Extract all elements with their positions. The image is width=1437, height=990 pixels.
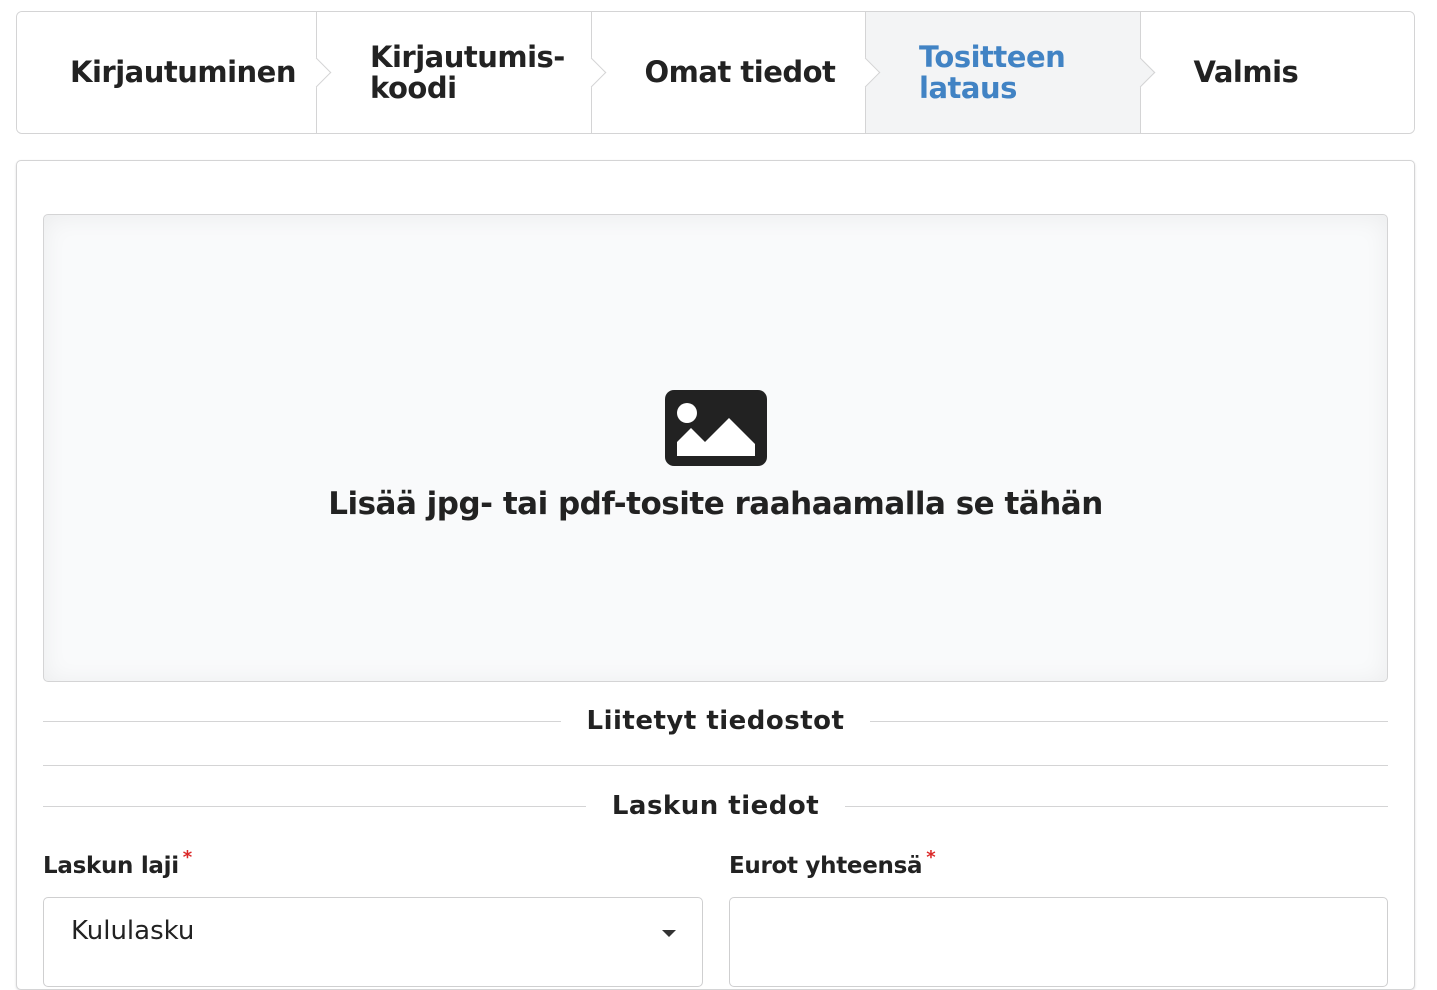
- step-omat-tiedot[interactable]: Omat tiedot: [591, 12, 881, 133]
- upload-form: Lisää jpg- tai pdf-tosite raahaamalla se…: [16, 160, 1415, 990]
- required-marker: *: [182, 847, 192, 868]
- step-label-line-2: lataus: [919, 70, 1017, 105]
- progress-steps: Kirjautuminen Kirjautumis- koodi Omat ti…: [16, 11, 1415, 134]
- step-label: Valmis: [1193, 55, 1299, 89]
- step-label: Kirjautuminen: [70, 55, 297, 89]
- divider-line: [845, 805, 1389, 807]
- invoice-type-value: Kululasku: [71, 916, 195, 946]
- invoice-heading: Laskun tiedot: [611, 791, 820, 821]
- attachments-heading: Liitetyt tiedostot: [586, 706, 845, 736]
- section-separator: [43, 765, 1388, 767]
- total-euros-label: Eurot yhteensä *: [729, 847, 936, 879]
- step-label-line-1: Kirjautumis-: [370, 39, 565, 74]
- divider-line: [870, 720, 1388, 722]
- total-euros-label-text: Eurot yhteensä: [729, 853, 923, 879]
- step-kirjautuminen[interactable]: Kirjautuminen: [17, 12, 332, 133]
- step-kirjautumiskoodi[interactable]: Kirjautumis- koodi: [317, 12, 606, 133]
- dropdown-caret-icon[interactable]: [662, 930, 676, 937]
- divider-line: [43, 805, 586, 807]
- total-euros-input[interactable]: [729, 897, 1388, 987]
- invoice-type-label: Laskun laji *: [43, 847, 192, 879]
- step-tositteen-lataus[interactable]: Tositteen lataus: [866, 12, 1155, 133]
- step-label-line-2: koodi: [370, 70, 457, 105]
- invoice-type-select[interactable]: Kululasku: [43, 897, 703, 987]
- step-label: Kirjautumis- koodi: [370, 39, 565, 105]
- required-marker: *: [926, 847, 936, 868]
- attachments-divider: Liitetyt tiedostot: [43, 701, 1388, 741]
- step-valmis[interactable]: Valmis: [1140, 12, 1414, 133]
- step-label: Tositteen lataus: [919, 39, 1066, 105]
- invoice-type-label-text: Laskun laji: [43, 853, 179, 879]
- image-icon: [664, 390, 767, 466]
- file-dropzone[interactable]: Lisää jpg- tai pdf-tosite raahaamalla se…: [43, 214, 1388, 682]
- divider-line: [43, 720, 561, 722]
- invoice-divider: Laskun tiedot: [43, 786, 1389, 826]
- dropzone-instructions: Lisää jpg- tai pdf-tosite raahaamalla se…: [328, 486, 1103, 522]
- step-label: Omat tiedot: [644, 55, 836, 89]
- step-label-line-1: Tositteen: [919, 39, 1066, 74]
